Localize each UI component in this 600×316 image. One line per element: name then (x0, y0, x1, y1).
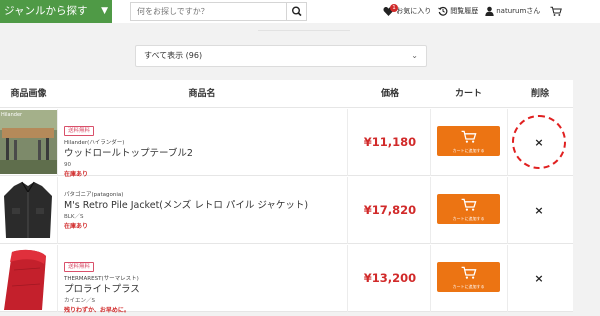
table-row: Hilander 送料無料 Hilander(ハイランダー) ウッドロールトップ… (0, 109, 573, 178)
product-brand: パタゴニア(patagonia) (64, 192, 124, 198)
product-variant: カイエン／S (64, 298, 95, 304)
header-divider (258, 30, 350, 31)
favorites-table: 商品画像 商品名 価格 カート 削除 Hilander 送料無料 Hilande… (0, 80, 573, 314)
favorites-link[interactable]: 1 お気に入り (383, 3, 432, 19)
cart-icon (461, 130, 477, 143)
divider (430, 177, 431, 244)
product-name-link[interactable]: ウッドロールトップテーブル2 (64, 147, 344, 161)
product-variant: 90 (64, 162, 71, 168)
jacket-photo (0, 178, 57, 242)
divider (347, 245, 348, 312)
chevron-down-icon: ⌄ (411, 51, 418, 60)
thumb-brand-text: Hilander (1, 112, 23, 118)
user-label: naturumさん (496, 7, 541, 15)
product-image-jacket[interactable] (0, 178, 57, 242)
table-row: パタゴニア(patagonia) M's Retro Pile Jacket(メ… (0, 177, 573, 244)
table-row: 送料無料 THERMAREST(サーマレスト) プロライトプラス カイエン／S … (0, 245, 573, 314)
product-info: 送料無料 THERMAREST(サーマレスト) プロライトプラス カイエン／S … (64, 253, 344, 316)
cart-icon (550, 6, 562, 16)
history-link[interactable]: 閲覧履歴 (438, 4, 478, 19)
header-delete: 削除 (530, 89, 549, 99)
divider (57, 177, 58, 244)
genre-menu-button[interactable]: ジャンルから探す ▼ (0, 0, 112, 23)
add-to-cart-label: カートに追加する (452, 148, 485, 153)
table-photo (0, 110, 57, 174)
highlight-circle (512, 115, 566, 169)
header-name: 商品名 (188, 89, 216, 99)
divider (507, 177, 508, 244)
add-to-cart-button[interactable]: カートに追加する (437, 194, 500, 224)
free-shipping-badge: 送料無料 (64, 262, 95, 272)
free-shipping-badge: 送料無料 (64, 126, 95, 136)
divider (57, 245, 58, 312)
product-variant: BLK／S (64, 214, 84, 220)
favorites-label: お気に入り (396, 7, 432, 15)
cart-icon (461, 198, 477, 211)
table-header: 商品画像 商品名 価格 カート 削除 (0, 80, 573, 108)
divider (57, 109, 58, 176)
search-button[interactable] (286, 3, 306, 20)
divider (347, 109, 348, 176)
cart-icon (461, 266, 477, 279)
header-price: 価格 (380, 89, 399, 99)
add-to-cart-button[interactable]: カートに追加する (437, 262, 500, 292)
product-image-table[interactable]: Hilander (0, 110, 57, 174)
filter-selected-value: すべて表示 (96) (144, 51, 203, 60)
product-info: パタゴニア(patagonia) M's Retro Pile Jacket(メ… (64, 191, 344, 232)
search-input[interactable] (131, 3, 287, 20)
product-image-mat[interactable] (0, 246, 57, 310)
delete-button[interactable]: × (532, 245, 546, 312)
product-brand: Hilander(ハイランダー) (64, 140, 125, 146)
header-image: 商品画像 (10, 89, 47, 99)
stock-status: 残りわずか、お早めに。 (64, 307, 130, 314)
divider (347, 177, 348, 244)
search-box (130, 2, 307, 21)
header-cart: カート (454, 89, 482, 99)
divider (430, 245, 431, 312)
history-icon (438, 6, 448, 16)
filter-select[interactable]: すべて表示 (96) ⌄ (135, 45, 427, 67)
history-label: 閲覧履歴 (450, 7, 479, 15)
product-price: ¥11,180 (363, 135, 417, 149)
user-account-link[interactable]: naturumさん (485, 4, 540, 19)
search-icon (291, 6, 302, 17)
add-to-cart-button[interactable]: カートに追加する (437, 126, 500, 156)
user-icon (485, 6, 494, 16)
delete-button[interactable]: × (532, 177, 546, 244)
divider (430, 109, 431, 176)
add-to-cart-label: カートに追加する (452, 216, 485, 221)
stock-status: 在庫あり (64, 223, 89, 230)
favorites-count-badge: 1 (390, 3, 398, 12)
mat-photo (0, 246, 57, 310)
product-name-link[interactable]: M's Retro Pile Jacket(メンズ レトロ パイル ジャケット) (64, 199, 344, 213)
divider (507, 109, 508, 176)
product-brand: THERMAREST(サーマレスト) (64, 276, 139, 282)
genre-menu-label: ジャンルから探す (4, 5, 88, 17)
product-info: 送料無料 Hilander(ハイランダー) ウッドロールトップテーブル2 90 … (64, 117, 344, 180)
top-header: ジャンルから探す ▼ 1 お気に入り 閲覧履歴 (0, 0, 600, 23)
add-to-cart-label: カートに追加する (452, 284, 485, 289)
product-name-link[interactable]: プロライトプラス (64, 283, 344, 297)
chevron-down-icon: ▼ (101, 6, 108, 16)
cart-link[interactable] (550, 4, 562, 19)
divider (507, 245, 508, 312)
product-price: ¥17,820 (363, 203, 417, 217)
product-price: ¥13,200 (363, 271, 417, 285)
